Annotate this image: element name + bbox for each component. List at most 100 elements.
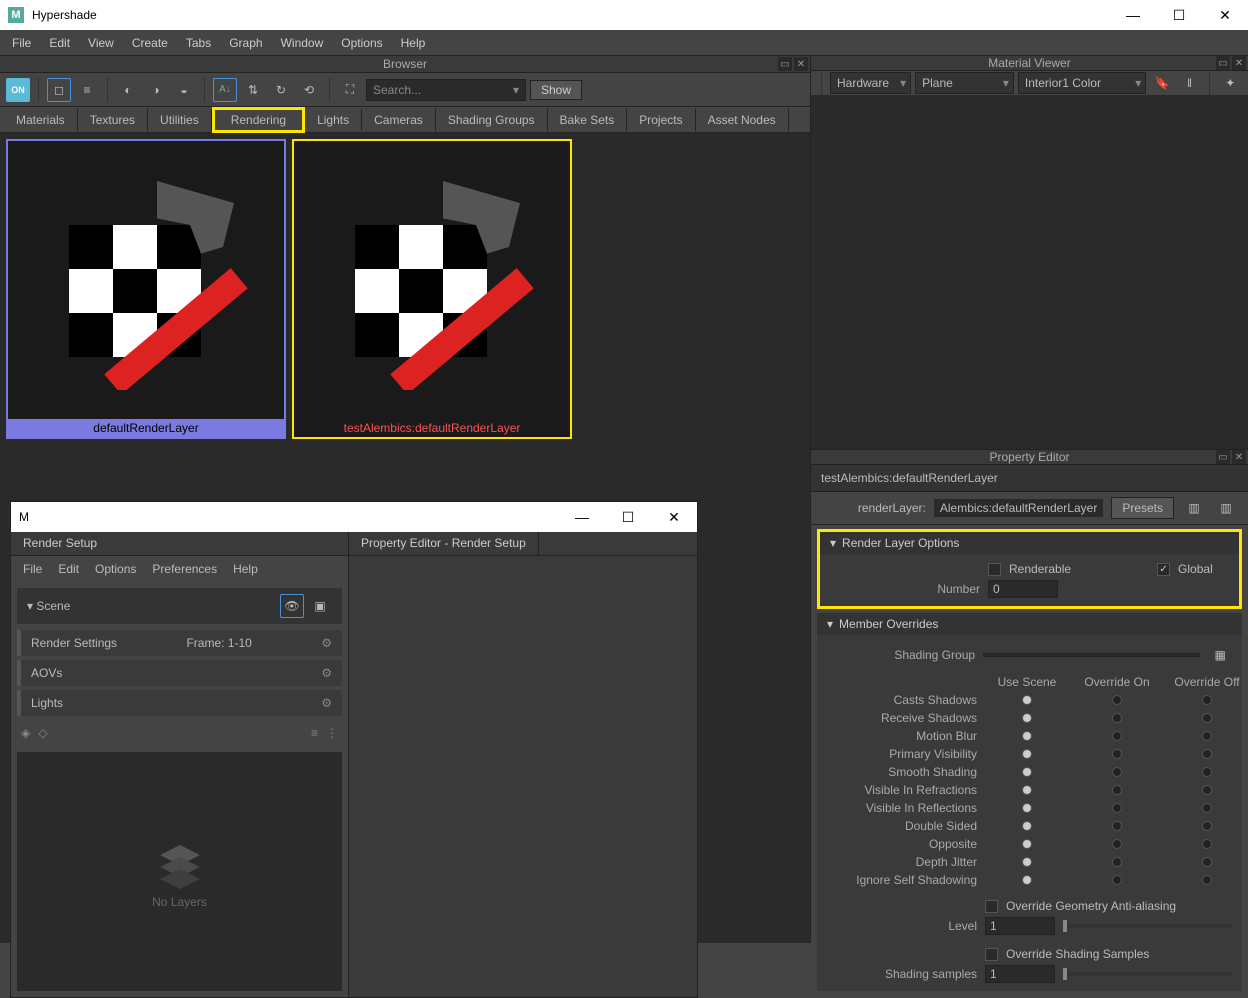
environment-select[interactable]: Interior1 Color: [1018, 72, 1146, 94]
radio-use-scene[interactable]: [1022, 875, 1032, 885]
shading-samples-field[interactable]: 1: [985, 965, 1055, 983]
menu-window[interactable]: Window: [281, 36, 324, 50]
visibility-icon[interactable]: 👁: [280, 594, 304, 618]
copy-tab-icon[interactable]: ▥: [1214, 496, 1238, 520]
render-icon[interactable]: ▣: [308, 594, 332, 618]
search-dropdown-icon[interactable]: ▾: [513, 83, 519, 97]
panel-pop-icon[interactable]: ▭: [1216, 450, 1230, 464]
maximize-button[interactable]: ☐: [605, 502, 651, 532]
refresh-icon[interactable]: ↻: [269, 78, 293, 102]
rs-menu-edit[interactable]: Edit: [58, 562, 79, 576]
material-viewer-viewport[interactable]: [811, 95, 1248, 449]
radio-override-on[interactable]: [1112, 839, 1122, 849]
sort-icon[interactable]: ⇅: [241, 78, 265, 102]
tab-shading-groups[interactable]: Shading Groups: [436, 109, 548, 131]
radio-override-off[interactable]: [1202, 875, 1212, 885]
tab-textures[interactable]: Textures: [78, 109, 148, 131]
radio-use-scene[interactable]: [1022, 767, 1032, 777]
radio-use-scene[interactable]: [1022, 749, 1032, 759]
scrollbar[interactable]: [800, 133, 810, 943]
tool-icon-3[interactable]: ◒: [172, 78, 196, 102]
shading-samples-slider[interactable]: [1063, 972, 1232, 976]
layer-name-field[interactable]: Alembics:defaultRenderLayer: [934, 499, 1103, 517]
expand-icon[interactable]: ⋮: [326, 726, 338, 740]
radio-override-off[interactable]: [1202, 713, 1212, 723]
sort-az-icon[interactable]: A↓: [213, 78, 237, 102]
checker-icon[interactable]: ▦: [1208, 643, 1232, 667]
tab-cameras[interactable]: Cameras: [362, 109, 436, 131]
radio-use-scene[interactable]: [1022, 803, 1032, 813]
radio-override-off[interactable]: [1202, 767, 1212, 777]
radio-use-scene[interactable]: [1022, 857, 1032, 867]
panel-close-icon[interactable]: ✕: [794, 57, 808, 71]
radio-use-scene[interactable]: [1022, 785, 1032, 795]
radio-use-scene[interactable]: [1022, 713, 1032, 723]
tab-lights[interactable]: Lights: [305, 109, 362, 131]
radio-override-off[interactable]: [1202, 749, 1212, 759]
rs-menu-file[interactable]: File: [23, 562, 42, 576]
override-shading-samples-checkbox[interactable]: [985, 948, 998, 961]
menu-create[interactable]: Create: [132, 36, 168, 50]
add-layer-icon[interactable]: ◈: [21, 726, 30, 740]
section-render-layer-options[interactable]: ▾ Render Layer Options: [820, 532, 1239, 554]
tab-property-editor[interactable]: Property Editor - Render Setup: [349, 532, 539, 555]
close-button[interactable]: ✕: [651, 502, 697, 532]
pause-icon[interactable]: ‖: [1178, 71, 1202, 95]
bookmark-icon[interactable]: 🔖: [1150, 71, 1174, 95]
gear-icon[interactable]: ⚙: [321, 696, 332, 710]
presets-button[interactable]: Presets: [1111, 497, 1174, 519]
radio-override-on[interactable]: [1112, 731, 1122, 741]
minimize-button[interactable]: —: [559, 502, 605, 532]
expand-icon[interactable]: ⛶: [338, 78, 362, 102]
scene-header[interactable]: ▾ Scene 👁 ▣: [17, 588, 342, 624]
list-view-icon[interactable]: ≡: [75, 78, 99, 102]
tab-projects[interactable]: Projects: [627, 109, 695, 131]
radio-override-on[interactable]: [1112, 821, 1122, 831]
lights-row[interactable]: Lights ⚙: [17, 690, 342, 716]
gear-icon[interactable]: ⚙: [321, 636, 332, 650]
menu-graph[interactable]: Graph: [229, 36, 262, 50]
radio-use-scene[interactable]: [1022, 821, 1032, 831]
shading-group-field[interactable]: [983, 653, 1200, 657]
tab-rendering[interactable]: Rendering: [212, 107, 305, 133]
panel-pop-icon[interactable]: ▭: [1216, 56, 1230, 70]
menu-file[interactable]: File: [12, 36, 31, 50]
radio-override-off[interactable]: [1202, 839, 1212, 849]
radio-use-scene[interactable]: [1022, 731, 1032, 741]
aovs-row[interactable]: AOVs ⚙: [17, 660, 342, 686]
radio-override-on[interactable]: [1112, 767, 1122, 777]
radio-override-off[interactable]: [1202, 731, 1212, 741]
render-settings-row[interactable]: Render Settings Frame: 1-10 ⚙: [17, 630, 342, 656]
radio-override-on[interactable]: [1112, 785, 1122, 795]
geometry-select[interactable]: Plane: [915, 72, 1014, 94]
tab-bake-sets[interactable]: Bake Sets: [548, 109, 628, 131]
gear-icon[interactable]: ⚙: [321, 666, 332, 680]
menu-options[interactable]: Options: [341, 36, 382, 50]
show-button[interactable]: Show: [530, 80, 582, 100]
import-layer-icon[interactable]: ◇: [38, 726, 47, 740]
tab-utilities[interactable]: Utilities: [148, 109, 212, 131]
radio-use-scene[interactable]: [1022, 839, 1032, 849]
radio-override-on[interactable]: [1112, 749, 1122, 759]
tool-icon-1[interactable]: ◐: [116, 78, 140, 102]
radio-override-on[interactable]: [1112, 713, 1122, 723]
search-input[interactable]: Search... ▾: [366, 79, 526, 101]
radio-override-off[interactable]: [1202, 821, 1212, 831]
radio-override-on[interactable]: [1112, 803, 1122, 813]
graph-icon[interactable]: ⟲: [297, 78, 321, 102]
radio-override-on[interactable]: [1112, 875, 1122, 885]
rs-menu-preferences[interactable]: Preferences: [152, 562, 217, 576]
level-field[interactable]: 1: [985, 917, 1055, 935]
render-layer-swatch[interactable]: defaultRenderLayer: [6, 139, 286, 439]
close-button[interactable]: ✕: [1202, 0, 1248, 30]
level-slider[interactable]: [1063, 924, 1232, 928]
collapse-icon[interactable]: ≡: [311, 726, 318, 740]
radio-override-off[interactable]: [1202, 695, 1212, 705]
radio-override-on[interactable]: [1112, 857, 1122, 867]
number-field[interactable]: 0: [988, 580, 1058, 598]
panel-close-icon[interactable]: ✕: [1232, 450, 1246, 464]
section-member-overrides-header[interactable]: ▾ Member Overrides: [817, 613, 1242, 635]
panel-pop-icon[interactable]: ▭: [778, 57, 792, 71]
radio-override-off[interactable]: [1202, 857, 1212, 867]
radio-override-off[interactable]: [1202, 803, 1212, 813]
